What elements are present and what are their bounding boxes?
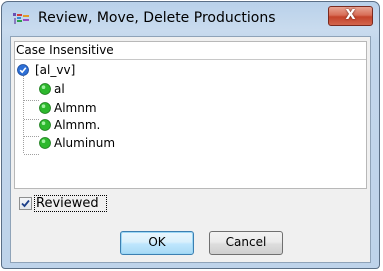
tree-node-almnm[interactable]: Almnm [39,101,139,117]
tree-node-almnm-dot[interactable]: Almnm. [39,118,139,134]
ok-button[interactable]: OK [120,231,194,255]
tree-node-label: Aluminum [54,136,116,150]
tree-node-root[interactable]: [al_vv] [17,63,137,79]
window-title: Review, Move, Delete Productions [38,10,276,26]
blue-check-icon [17,64,29,79]
dialog-window: Review, Move, Delete Productions X Case … [1,1,380,269]
checkmark-icon [21,199,30,208]
green-circle-icon [39,102,51,117]
tree-node-label: Almnm [54,101,97,115]
tree-node-root-label: [al_vv] [35,63,76,77]
client-area: Case Insensitive [al_vv] al Almnm Almnm.… [10,36,371,263]
productions-tree[interactable]: Case Insensitive [al_vv] al Almnm Almnm.… [14,41,367,189]
tree-header: Case Insensitive [16,43,114,57]
app-icon [13,10,31,26]
tree-node-al[interactable]: al [39,82,139,98]
reviewed-checkbox[interactable] [19,197,32,210]
tree-node-aluminum[interactable]: Aluminum [39,136,139,152]
header-divider [15,59,366,60]
tree-node-label: Almnm. [54,118,101,132]
tree-node-label: al [54,82,65,96]
reviewed-label: Reviewed [36,196,99,211]
reviewed-checkbox-row[interactable]: Reviewed [19,195,119,213]
cancel-button[interactable]: Cancel [209,231,283,255]
green-circle-icon [39,137,51,152]
close-icon: X [345,8,356,23]
green-circle-icon [39,119,51,134]
green-circle-icon [39,83,51,98]
title-bar[interactable]: Review, Move, Delete Productions X [2,2,379,36]
close-button[interactable]: X [328,6,373,26]
